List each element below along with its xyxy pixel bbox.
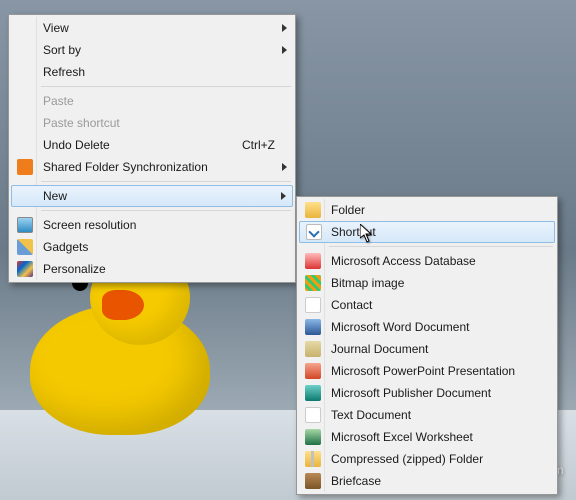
- access-icon: [305, 253, 321, 269]
- menu-separator: [329, 246, 553, 247]
- menu-item-screen-resolution[interactable]: Screen resolution: [11, 214, 293, 236]
- menu-item-label: Microsoft PowerPoint Presentation: [331, 364, 515, 378]
- menu-item-label: Personalize: [43, 262, 106, 276]
- menu-item-personalize[interactable]: Personalize: [11, 258, 293, 280]
- bitmap-icon: [305, 275, 321, 291]
- menu-item-paste-shortcut: Paste shortcut: [11, 112, 293, 134]
- new-submenu: Folder Shortcut Microsoft Access Databas…: [296, 196, 558, 495]
- menu-item-label: Paste: [43, 94, 74, 108]
- shortcut-icon: [306, 224, 322, 240]
- publisher-icon: [305, 385, 321, 401]
- submenu-arrow-icon: [282, 163, 287, 171]
- personalize-icon: [17, 261, 33, 277]
- journal-icon: [305, 341, 321, 357]
- submenu-item-zip[interactable]: Compressed (zipped) Folder: [299, 448, 555, 470]
- submenu-item-contact[interactable]: Contact: [299, 294, 555, 316]
- menu-item-label: Screen resolution: [43, 218, 136, 232]
- menu-item-label: Sort by: [43, 43, 81, 57]
- menu-item-paste: Paste: [11, 90, 293, 112]
- powerpoint-icon: [305, 363, 321, 379]
- menu-separator: [41, 210, 291, 211]
- menu-item-label: Shared Folder Synchronization: [43, 160, 208, 174]
- monitor-icon: [17, 217, 33, 233]
- submenu-arrow-icon: [282, 24, 287, 32]
- submenu-item-journal[interactable]: Journal Document: [299, 338, 555, 360]
- menu-item-label: Undo Delete: [43, 138, 110, 152]
- menu-item-label: Microsoft Excel Worksheet: [331, 430, 473, 444]
- menu-item-refresh[interactable]: Refresh: [11, 61, 293, 83]
- menu-item-label: Contact: [331, 298, 372, 312]
- menu-item-label: Folder: [331, 203, 365, 217]
- menu-item-hotkey: Ctrl+Z: [242, 138, 275, 152]
- submenu-arrow-icon: [281, 192, 286, 200]
- submenu-item-folder[interactable]: Folder: [299, 199, 555, 221]
- menu-item-label: Microsoft Word Document: [331, 320, 470, 334]
- menu-item-undo-delete[interactable]: Undo Delete Ctrl+Z: [11, 134, 293, 156]
- menu-item-label: Compressed (zipped) Folder: [331, 452, 483, 466]
- word-icon: [305, 319, 321, 335]
- menu-item-label: Paste shortcut: [43, 116, 120, 130]
- menu-item-label: Text Document: [331, 408, 411, 422]
- menu-item-new[interactable]: New: [11, 185, 293, 207]
- submenu-item-briefcase[interactable]: Briefcase: [299, 470, 555, 492]
- menu-separator: [41, 181, 291, 182]
- text-icon: [305, 407, 321, 423]
- menu-separator: [41, 86, 291, 87]
- menu-item-shared-sync[interactable]: Shared Folder Synchronization: [11, 156, 293, 178]
- gadgets-icon: [17, 239, 33, 255]
- folder-icon: [305, 202, 321, 218]
- menu-item-label: Briefcase: [331, 474, 381, 488]
- submenu-item-shortcut[interactable]: Shortcut: [299, 221, 555, 243]
- menu-item-view[interactable]: View: [11, 17, 293, 39]
- zip-folder-icon: [305, 451, 321, 467]
- menu-item-gadgets[interactable]: Gadgets: [11, 236, 293, 258]
- menu-item-label: Gadgets: [43, 240, 88, 254]
- submenu-item-access[interactable]: Microsoft Access Database: [299, 250, 555, 272]
- menu-item-label: Refresh: [43, 65, 85, 79]
- contact-icon: [305, 297, 321, 313]
- submenu-item-text[interactable]: Text Document: [299, 404, 555, 426]
- menu-item-label: Bitmap image: [331, 276, 404, 290]
- menu-item-label: View: [43, 21, 69, 35]
- submenu-item-powerpoint[interactable]: Microsoft PowerPoint Presentation: [299, 360, 555, 382]
- menu-item-label: Microsoft Publisher Document: [331, 386, 491, 400]
- sync-icon: [17, 159, 33, 175]
- menu-item-label: Microsoft Access Database: [331, 254, 476, 268]
- submenu-arrow-icon: [282, 46, 287, 54]
- briefcase-icon: [305, 473, 321, 489]
- submenu-item-excel[interactable]: Microsoft Excel Worksheet: [299, 426, 555, 448]
- excel-icon: [305, 429, 321, 445]
- menu-item-sort-by[interactable]: Sort by: [11, 39, 293, 61]
- submenu-item-publisher[interactable]: Microsoft Publisher Document: [299, 382, 555, 404]
- menu-item-label: New: [43, 189, 67, 203]
- menu-item-label: Shortcut: [331, 225, 376, 239]
- menu-item-label: Journal Document: [331, 342, 428, 356]
- submenu-item-bitmap[interactable]: Bitmap image: [299, 272, 555, 294]
- submenu-item-word[interactable]: Microsoft Word Document: [299, 316, 555, 338]
- desktop-context-menu: View Sort by Refresh Paste Paste shortcu…: [8, 14, 296, 283]
